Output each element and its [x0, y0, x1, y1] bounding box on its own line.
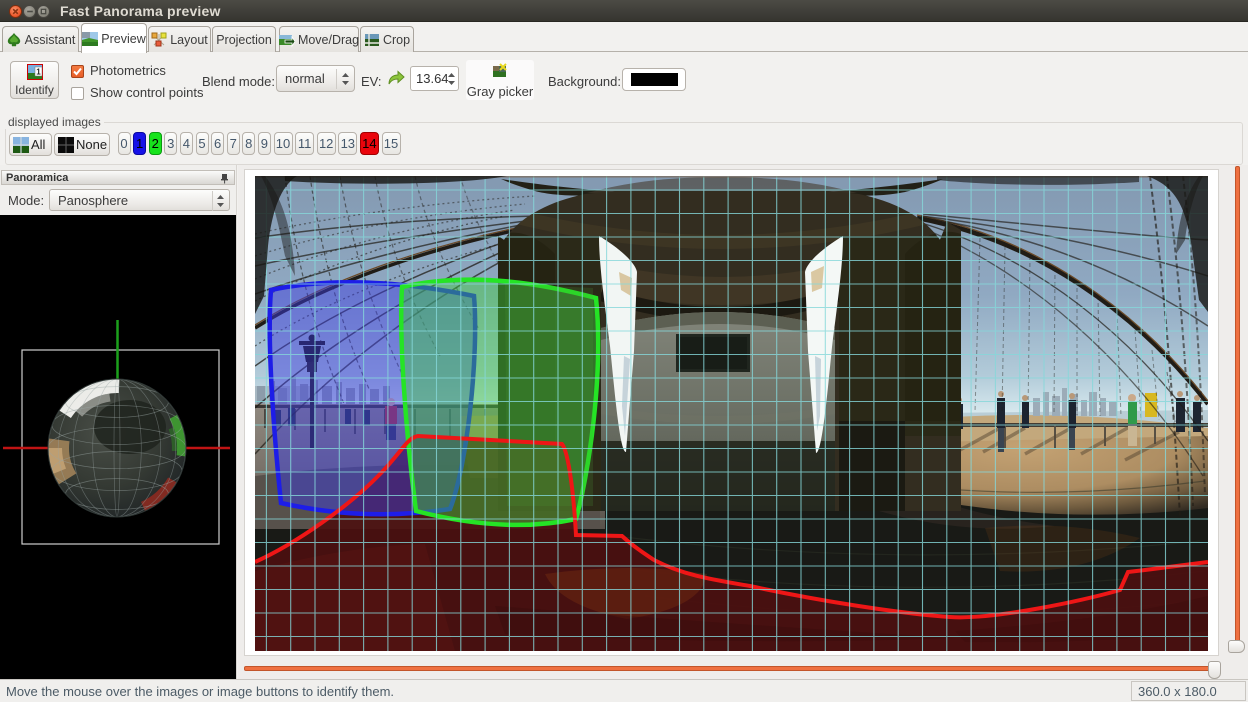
svg-text:1: 1: [36, 68, 41, 77]
